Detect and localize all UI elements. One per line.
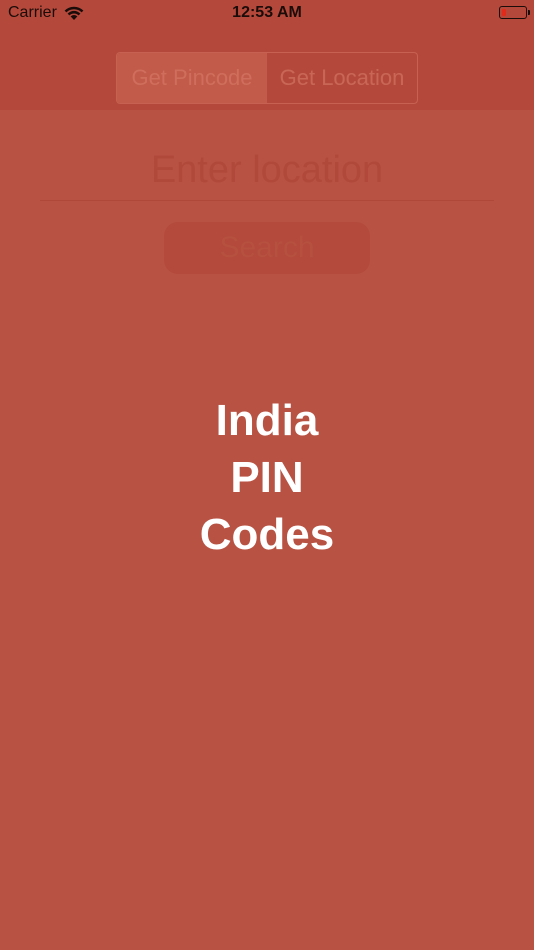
- status-bar: Carrier 12:53 AM: [0, 0, 534, 28]
- segment-get-pincode[interactable]: Get Pincode: [117, 53, 267, 103]
- battery-icon: [499, 6, 530, 19]
- splash-title-line-3: Codes: [199, 510, 335, 559]
- splash-title-line-1: India: [215, 396, 319, 445]
- splash-title: India PIN Codes: [0, 392, 534, 563]
- splash-title-line-2: PIN: [230, 453, 304, 502]
- mode-segmented-control[interactable]: Get Pincode Get Location: [116, 52, 418, 104]
- clock: 12:53 AM: [232, 4, 302, 21]
- segment-get-location[interactable]: Get Location: [267, 53, 417, 103]
- app-screen: Carrier 12:53 AM Get Pincode Get Locatio…: [0, 0, 534, 950]
- battery-level: [501, 8, 506, 16]
- location-input[interactable]: [40, 140, 494, 201]
- search-button[interactable]: Search: [164, 222, 370, 274]
